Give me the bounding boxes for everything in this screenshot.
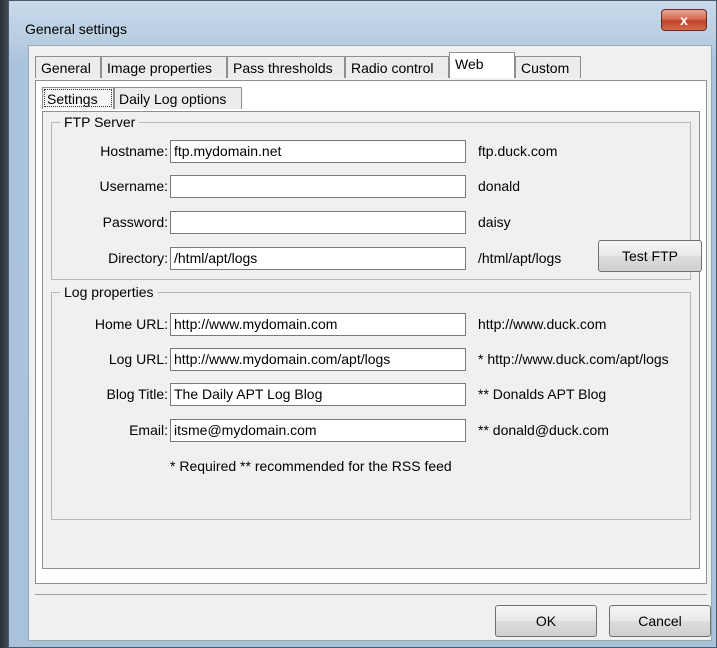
main-tab-strip: General Image properties Pass thresholds… — [29, 52, 713, 80]
ok-button[interactable]: OK — [495, 605, 597, 637]
ftp-server-legend: FTP Server — [60, 114, 140, 130]
hostname-hint: ftp.duck.com — [478, 143, 558, 159]
subtab-daily-log-options[interactable]: Daily Log options — [114, 87, 242, 109]
web-tab-panel: Settings Daily Log options FTP Server Ho… — [35, 80, 707, 584]
password-hint: daisy — [478, 214, 511, 230]
footer-divider — [35, 594, 707, 595]
directory-hint: /html/apt/logs — [478, 250, 562, 266]
home-url-input[interactable]: http://www.mydomain.com — [170, 313, 466, 336]
sub-tab-strip: Settings Daily Log options — [42, 87, 692, 111]
log-properties-legend: Log properties — [60, 284, 158, 300]
ftp-server-group: FTP Server Hostname: ftp.mydomain.net ft… — [51, 114, 702, 280]
email-input[interactable]: itsme@mydomain.com — [170, 419, 466, 442]
tab-web[interactable]: Web — [449, 52, 515, 78]
log-properties-group: Log properties Home URL: http://www.mydo… — [51, 284, 691, 520]
username-label: Username: — [99, 178, 168, 194]
tab-image-properties[interactable]: Image properties — [101, 56, 227, 78]
dialog-client-area: General Image properties Pass thresholds… — [28, 45, 712, 641]
email-label: Email: — [129, 422, 168, 438]
username-input[interactable] — [170, 175, 466, 198]
tab-radio-control[interactable]: Radio control — [345, 56, 449, 78]
log-url-hint: * http://www.duck.com/apt/logs — [478, 351, 669, 367]
subtab-settings[interactable]: Settings — [42, 87, 114, 109]
directory-input[interactable]: /html/apt/logs — [170, 247, 466, 270]
settings-subpanel: FTP Server Hostname: ftp.mydomain.net ft… — [42, 111, 702, 569]
hostname-input[interactable]: ftp.mydomain.net — [170, 140, 466, 163]
log-url-label: Log URL: — [108, 351, 168, 367]
test-ftp-button[interactable]: Test FTP — [598, 240, 702, 272]
cancel-button[interactable]: Cancel — [609, 605, 711, 637]
blog-title-hint: ** Donalds APT Blog — [478, 386, 607, 402]
log-url-input[interactable]: http://www.mydomain.com/apt/logs — [170, 348, 466, 371]
settings-window: General settings x General Image propert… — [0, 0, 717, 648]
window-title: General settings — [25, 21, 127, 37]
close-button[interactable]: x — [661, 9, 707, 31]
window-frame: General settings x General Image propert… — [8, 0, 717, 648]
username-hint: donald — [478, 178, 521, 194]
tab-general[interactable]: General — [35, 56, 101, 78]
tab-custom[interactable]: Custom — [515, 56, 581, 78]
close-icon: x — [680, 12, 688, 28]
password-label: Password: — [102, 214, 168, 230]
hostname-label: Hostname: — [100, 143, 168, 159]
home-url-label: Home URL: — [94, 316, 168, 332]
directory-label: Directory: — [108, 250, 168, 266]
blog-title-input[interactable]: The Daily APT Log Blog — [170, 383, 466, 406]
rss-footnote: * Required ** recommended for the RSS fe… — [170, 458, 452, 474]
password-input[interactable] — [170, 211, 466, 234]
home-url-hint: http://www.duck.com — [478, 316, 607, 332]
tab-pass-thresholds[interactable]: Pass thresholds — [227, 56, 345, 78]
blog-title-label: Blog Title: — [106, 386, 168, 402]
email-hint: ** donald@duck.com — [478, 422, 609, 438]
